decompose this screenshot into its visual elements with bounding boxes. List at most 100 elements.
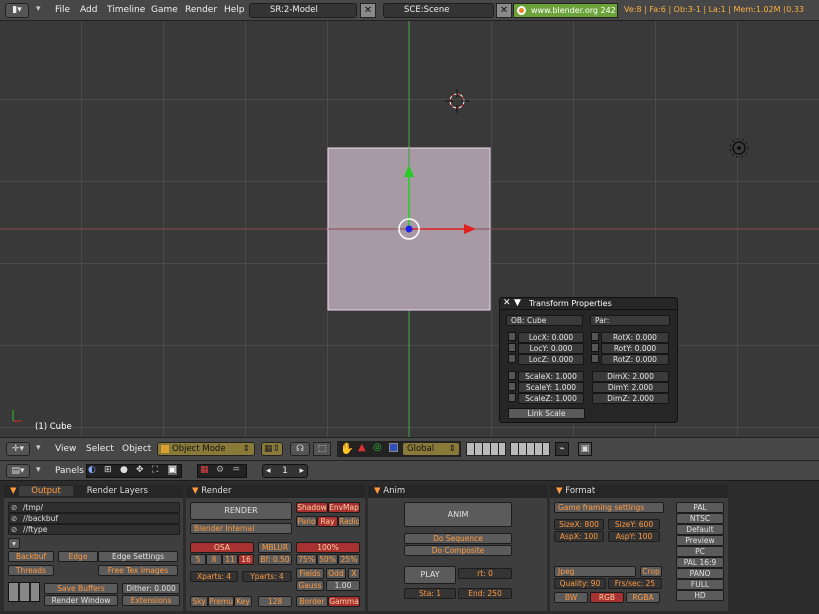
mblur-toggle[interactable]: MBLUR — [258, 542, 292, 553]
mode-selector[interactable]: Object Mode ⇕ — [157, 442, 255, 456]
quality-field[interactable]: Quality: 90 — [554, 578, 606, 589]
crop-toggle[interactable]: Crop — [640, 566, 662, 577]
border-toggle[interactable]: Border — [296, 596, 328, 607]
sizey-field[interactable]: SizeY: 600 — [608, 519, 660, 530]
resolution-100-button[interactable]: 100% — [296, 542, 360, 553]
rgba-toggle[interactable]: RGBA — [626, 592, 660, 603]
menu-timeline[interactable]: Timeline — [107, 5, 145, 15]
render-button[interactable]: RENDER — [190, 502, 292, 520]
start-frame-field[interactable]: Sta: 1 — [404, 588, 456, 599]
premul-toggle[interactable]: Premul — [208, 596, 234, 607]
dither-field[interactable]: Dither: 0.000 — [122, 583, 180, 594]
do-composite-toggle[interactable]: Do Composite — [404, 545, 512, 556]
draw-type-selector[interactable]: ▦⇕ — [261, 442, 283, 456]
editor-type-icon[interactable]: ✛▾ — [6, 442, 30, 456]
ftype-path-field[interactable]: ⊘//ftype — [8, 524, 180, 535]
edge-toggle[interactable]: Edge — [58, 551, 98, 562]
menu-add[interactable]: Add — [80, 5, 97, 15]
collapse-menu-icon[interactable]: ▾ — [36, 4, 41, 14]
dispwin-grid-icon[interactable] — [8, 582, 40, 602]
gamma-toggle[interactable]: Gamma — [328, 596, 360, 607]
scene-link-icon[interactable]: ▾ — [8, 538, 20, 549]
hand-icon[interactable]: ✋ — [340, 442, 354, 455]
odd-toggle[interactable]: Odd — [326, 568, 346, 579]
delete-screen-button[interactable]: ✕ — [360, 3, 376, 18]
end-frame-field[interactable]: End: 250 — [458, 588, 512, 599]
menu-render[interactable]: Render — [185, 5, 217, 15]
panels-menu[interactable]: Panels — [55, 466, 84, 476]
codec-select[interactable]: Jpeg — [554, 566, 636, 577]
rgb-toggle[interactable]: RGB — [590, 592, 624, 603]
pano-toggle[interactable]: Pano — [296, 516, 317, 527]
anim-sub-icon[interactable]: ⚙ — [216, 465, 224, 475]
osa-8-button[interactable]: 8 — [206, 554, 222, 565]
resolution-25-button[interactable]: 25% — [338, 554, 360, 565]
aspx-field[interactable]: AspX: 100 — [554, 531, 604, 542]
lock-rotx-icon[interactable] — [591, 332, 599, 341]
osa-16-button[interactable]: 16 — [238, 554, 254, 565]
locy-field[interactable]: LocY: 0.000 — [518, 343, 584, 354]
pivot-selector[interactable]: ☊ — [290, 442, 310, 456]
preset-pc[interactable]: PC — [676, 546, 724, 557]
sound-sub-icon[interactable]: ♒ — [232, 465, 240, 475]
lock-locz-icon[interactable] — [508, 354, 516, 363]
locz-field[interactable]: LocZ: 0.000 — [518, 354, 584, 365]
save-buffers-toggle[interactable]: Save Buffers — [44, 583, 118, 594]
scalex-field[interactable]: ScaleX: 1.000 — [518, 371, 584, 382]
script-context-icon[interactable]: ⊞ — [104, 465, 112, 475]
threads-toggle[interactable]: Threads — [8, 565, 54, 576]
osa-11-button[interactable]: 11 — [222, 554, 238, 565]
scale-manip-icon[interactable] — [389, 443, 398, 452]
tab-render-layers[interactable]: Render Layers — [87, 486, 148, 496]
x-toggle[interactable]: X — [348, 568, 360, 579]
color-depth-select[interactable]: 128 — [258, 596, 292, 607]
preset-hd[interactable]: HD — [676, 590, 724, 601]
3d-viewport[interactable]: (1) Cube — [0, 21, 819, 437]
scene-context-icon[interactable]: ▣ — [168, 465, 177, 475]
shading-context-icon[interactable]: ● — [120, 465, 128, 475]
delete-scene-button[interactable]: ✕ — [496, 3, 512, 18]
preset-full[interactable]: FULL — [676, 579, 724, 590]
preset-default[interactable]: Default — [676, 524, 724, 535]
lock-locy-icon[interactable] — [508, 343, 516, 352]
anim-button[interactable]: ANIM — [404, 502, 512, 527]
xparts-field[interactable]: Xparts: 4 — [190, 571, 238, 582]
render-window-select[interactable]: Render Window — [44, 595, 118, 606]
shadow-toggle[interactable]: Shadow — [296, 502, 328, 513]
radio-toggle[interactable]: Radio — [338, 516, 360, 527]
orientation-selector[interactable]: Global ⇕ — [402, 442, 460, 456]
translate-manip-icon[interactable]: ▲ — [358, 442, 366, 453]
scalez-field[interactable]: ScaleZ: 1.000 — [518, 393, 584, 404]
output-path-field[interactable]: ⊘/tmp/ — [8, 502, 180, 513]
buttons-editor-icon[interactable]: ▤▾ — [6, 464, 30, 478]
preset-pal-16-9[interactable]: PAL 16:9 — [676, 557, 724, 568]
header-collapse-icon[interactable]: ▾ — [36, 443, 41, 453]
screen-selector[interactable]: SR:2-Model — [249, 3, 357, 18]
editing-context-icon[interactable]: ⛶ — [152, 465, 158, 475]
envmap-toggle[interactable]: EnvMap — [328, 502, 360, 513]
format-collapse-icon[interactable]: ▼ — [556, 486, 563, 496]
render-engine-select[interactable]: Blender Internal — [190, 523, 292, 534]
rotx-field[interactable]: RotX: 0.000 — [601, 332, 669, 343]
layer-buttons-1[interactable] — [466, 442, 506, 456]
buttons-collapse-icon[interactable]: ▾ — [36, 465, 41, 475]
locx-field[interactable]: LocX: 0.000 — [518, 332, 584, 343]
rotate-manip-icon[interactable]: ◎ — [373, 442, 382, 453]
dimy-field[interactable]: DimY: 2.000 — [592, 382, 669, 393]
aspy-field[interactable]: AspY: 100 — [608, 531, 660, 542]
gauss-value-field[interactable]: 1.00 — [326, 580, 360, 591]
layer-buttons-2[interactable] — [510, 442, 550, 456]
layer-lock-button[interactable]: ⬚ — [313, 442, 331, 456]
lock-layers-icon[interactable]: ⌁ — [555, 442, 569, 456]
render-preview-icon[interactable]: ▣ — [578, 442, 592, 456]
ray-toggle[interactable]: Ray — [317, 516, 338, 527]
lock-roty-icon[interactable] — [591, 343, 599, 352]
roty-field[interactable]: RotY: 0.000 — [601, 343, 669, 354]
info-window-type-icon[interactable]: ▮▾ — [5, 3, 29, 18]
extensions-toggle[interactable]: Extensions — [122, 595, 180, 606]
menu-object[interactable]: Object — [122, 444, 151, 454]
do-sequence-toggle[interactable]: Do Sequence — [404, 533, 512, 544]
panel-collapse-icon[interactable]: ▼ — [10, 486, 17, 496]
sky-toggle[interactable]: Sky — [190, 596, 208, 607]
parent-field[interactable]: Par: — [590, 315, 670, 326]
